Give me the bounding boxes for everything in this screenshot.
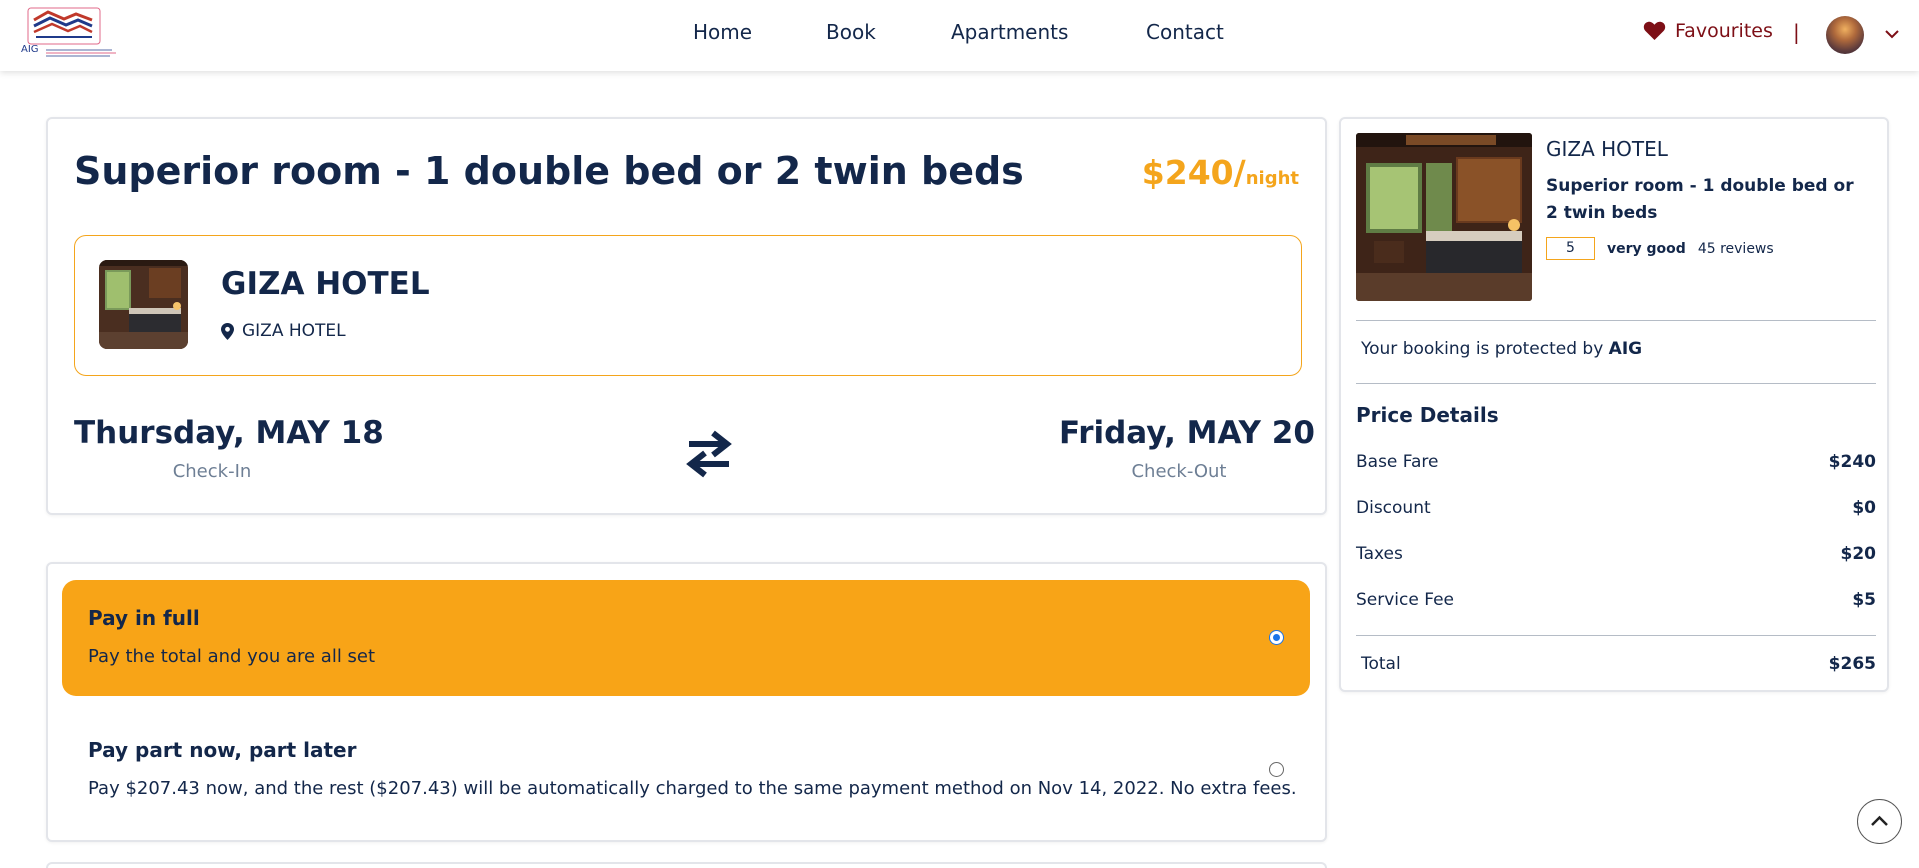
pay-part-radio[interactable] [1269,762,1284,777]
rating-word: very good [1607,240,1686,257]
price-row-service-fee: Service Fee $5 [1356,590,1876,610]
rating-score: 5 [1546,237,1595,260]
hotel-location-text: GIZA HOTEL [242,321,346,341]
checkout-label: Check-Out [1131,461,1227,482]
top-navbar: AIG Home Book Apartments Contact Favouri… [0,0,1919,71]
checkin-block: Thursday, MAY 18 Check-In [74,415,384,482]
room-title: Superior room - 1 double bed or 2 twin b… [74,149,1024,193]
price-row-value: $0 [1852,498,1876,518]
price-row-label: Discount [1356,498,1431,518]
price-row-value: $5 [1852,590,1876,610]
pay-part-title: Pay part now, part later [88,738,357,762]
price-row-taxes: Taxes $20 [1356,544,1876,564]
nav-home[interactable]: Home [693,20,752,44]
price-row-value: $240 [1828,452,1876,472]
hotel-thumbnail [99,260,188,349]
price-amount: $240/ [1141,153,1246,192]
chevron-down-icon[interactable] [1882,24,1902,44]
nav-apartments[interactable]: Apartments [951,20,1068,44]
logo-text: AIG [21,44,39,55]
user-avatar[interactable] [1826,16,1864,54]
payment-options-card: Pay in full Pay the total and you are al… [46,562,1327,842]
header-separator: | [1793,20,1800,44]
summary-room-image [1356,133,1532,301]
favourites-link[interactable]: Favourites [1643,20,1773,42]
checkin-label: Check-In [172,461,252,482]
summary-divider-2 [1356,383,1876,384]
pay-in-full-option[interactable]: Pay in full Pay the total and you are al… [62,580,1310,696]
checkin-date: Thursday, MAY 18 [74,415,384,451]
summary-hotel-name: GIZA HOTEL [1546,137,1668,161]
summary-rating: 5 very good 45 reviews [1546,237,1774,260]
pay-full-title: Pay in full [88,606,200,630]
scroll-to-top-button[interactable] [1857,799,1902,844]
total-label: Total [1361,654,1401,674]
price-total-row: Total $265 [1361,654,1876,674]
price-row-label: Taxes [1356,544,1403,564]
protection-note: Your booking is protected by AIG [1361,339,1642,359]
room-details-card: Superior room - 1 double bed or 2 twin b… [46,117,1327,515]
hotel-name: GIZA HOTEL [221,266,430,302]
nav-book[interactable]: Book [826,20,876,44]
price-row-label: Base Fare [1356,452,1439,472]
protection-brand: AIG [1608,339,1643,359]
protection-text: Your booking is protected by [1361,339,1609,359]
price-row-base-fare: Base Fare $240 [1356,452,1876,472]
checkout-date: Friday, MAY 20 [1059,415,1315,451]
pay-full-radio[interactable] [1269,630,1284,645]
price-unit: night [1245,168,1299,189]
pay-part-description: Pay $207.43 now, and the rest ($207.43) … [88,778,1297,799]
booking-summary-card: GIZA HOTEL Superior room - 1 double bed … [1339,117,1889,692]
map-pin-icon [221,322,234,340]
swap-arrows-icon [686,430,732,478]
total-value: $265 [1828,654,1876,674]
heart-icon [1643,21,1666,41]
pay-full-description: Pay the total and you are all set [88,646,376,667]
summary-room-title: Superior room - 1 double bed or 2 twin b… [1546,176,1854,223]
pay-part-option[interactable]: Pay part now, part later Pay $207.43 now… [62,712,1310,828]
hotel-location: GIZA HOTEL [221,321,346,341]
next-card-edge [46,862,1327,868]
summary-divider-3 [1356,635,1876,636]
price-details-title: Price Details [1356,403,1499,427]
nav-contact[interactable]: Contact [1146,20,1224,44]
room-price: $240/night [1142,153,1299,192]
checkout-block: Friday, MAY 20 Check-Out [1059,415,1315,482]
price-row-discount: Discount $0 [1356,498,1876,518]
favourites-label: Favourites [1675,20,1773,42]
price-row-value: $20 [1840,544,1877,564]
price-row-label: Service Fee [1356,590,1454,610]
summary-divider-1 [1356,320,1876,321]
chevron-up-icon [1870,815,1888,826]
hotel-info-box: GIZA HOTEL GIZA HOTEL [74,235,1302,376]
reviews-count: 45 reviews [1697,240,1774,257]
